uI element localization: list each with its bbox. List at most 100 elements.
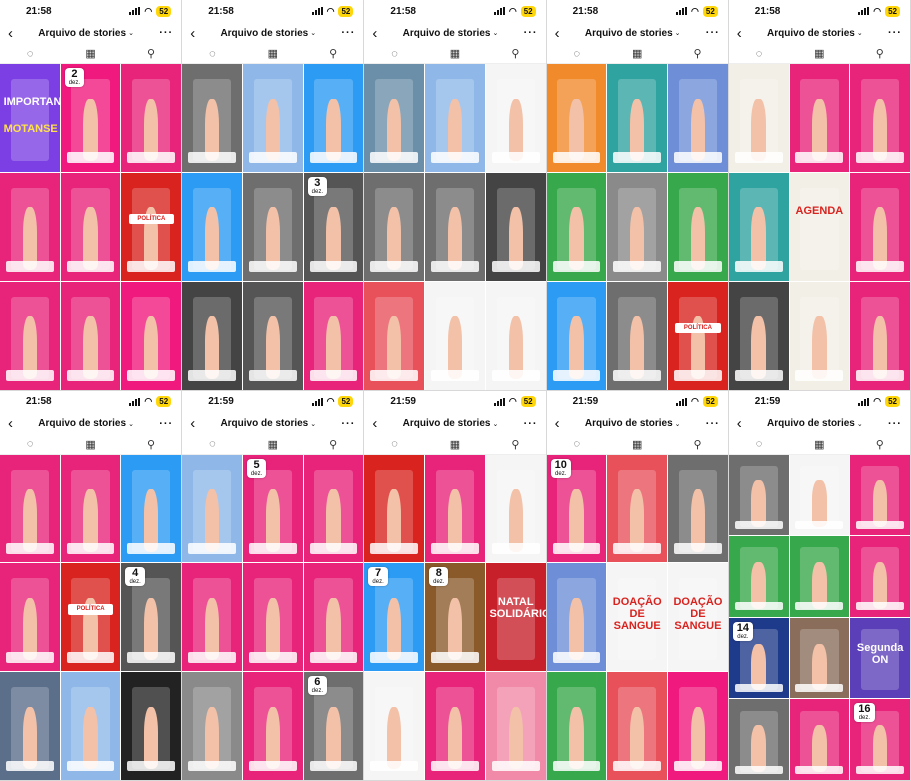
story-thumbnail[interactable]: Segunda ON (850, 617, 910, 699)
story-thumbnail[interactable]: 3 dez. (303, 172, 364, 281)
story-thumbnail[interactable] (546, 172, 607, 281)
story-thumbnail[interactable] (546, 563, 607, 672)
page-title[interactable]: Arquivo de stories ⌄ (767, 28, 863, 39)
story-thumbnail[interactable] (242, 281, 303, 390)
story-thumbnail[interactable] (850, 454, 910, 536)
story-thumbnail[interactable] (242, 672, 303, 780)
story-thumbnail[interactable] (728, 536, 789, 617)
story-thumbnail[interactable]: DOAÇÃO DE SANGUE (607, 563, 668, 672)
more-options-button[interactable]: ··· (706, 418, 720, 430)
tab-stories-icon[interactable]: ◌ (375, 438, 415, 450)
story-thumbnail[interactable] (485, 172, 546, 281)
story-thumbnail[interactable] (728, 454, 789, 536)
more-options-button[interactable]: ··· (888, 27, 902, 39)
back-button[interactable]: ‹ (8, 415, 13, 432)
page-title[interactable]: Arquivo de stories ⌄ (220, 28, 316, 39)
tab-stories-icon[interactable]: ◌ (10, 438, 50, 450)
story-thumbnail[interactable] (789, 617, 850, 699)
story-thumbnail[interactable] (0, 281, 60, 390)
story-thumbnail[interactable] (425, 172, 485, 281)
tab-map-icon[interactable]: ⚲ (131, 438, 171, 451)
tab-map-icon[interactable]: ⚲ (131, 47, 171, 60)
story-thumbnail[interactable] (789, 699, 850, 780)
story-thumbnail[interactable] (850, 281, 910, 390)
story-thumbnail[interactable] (789, 536, 850, 617)
page-title[interactable]: Arquivo de stories ⌄ (38, 28, 134, 39)
story-thumbnail[interactable] (0, 172, 60, 281)
story-thumbnail[interactable] (242, 64, 303, 172)
tab-stories-icon[interactable]: ◌ (739, 48, 779, 60)
story-thumbnail[interactable] (121, 454, 182, 563)
story-thumbnail[interactable] (607, 672, 668, 780)
story-thumbnail[interactable] (425, 64, 485, 172)
story-thumbnail[interactable] (121, 672, 182, 780)
more-options-button[interactable]: ··· (888, 418, 902, 430)
story-thumbnail[interactable] (789, 64, 850, 172)
story-thumbnail[interactable] (182, 563, 242, 672)
page-title[interactable]: Arquivo de stories ⌄ (767, 418, 863, 429)
story-thumbnail[interactable] (60, 454, 121, 563)
story-thumbnail[interactable] (607, 454, 668, 563)
story-thumbnail[interactable] (546, 64, 607, 172)
more-options-button[interactable]: ··· (524, 418, 538, 430)
story-thumbnail[interactable]: AGENDA (789, 172, 850, 281)
story-thumbnail[interactable] (546, 672, 607, 780)
more-options-button[interactable]: ··· (524, 27, 538, 39)
story-thumbnail[interactable] (303, 281, 364, 390)
story-thumbnail[interactable] (607, 172, 668, 281)
more-options-button[interactable]: ··· (341, 418, 355, 430)
story-thumbnail[interactable] (364, 672, 425, 780)
tab-map-icon[interactable]: ⚲ (860, 47, 900, 60)
more-options-button[interactable]: ··· (706, 27, 720, 39)
story-thumbnail[interactable] (728, 64, 789, 172)
story-thumbnail[interactable]: 7 dez. (364, 563, 425, 672)
story-thumbnail[interactable]: NATAL SOLIDÁRIO (485, 563, 546, 672)
back-button[interactable]: ‹ (555, 25, 560, 42)
page-title[interactable]: Arquivo de stories ⌄ (403, 28, 499, 39)
story-thumbnail[interactable] (546, 281, 607, 390)
tab-stories-icon[interactable]: ◌ (557, 48, 597, 60)
story-thumbnail[interactable] (303, 64, 364, 172)
story-thumbnail[interactable]: 6 dez. (303, 672, 364, 780)
tab-map-icon[interactable]: ⚲ (495, 438, 535, 451)
story-thumbnail[interactable] (303, 454, 364, 563)
page-title[interactable]: Arquivo de stories ⌄ (585, 418, 681, 429)
tab-map-icon[interactable]: ⚲ (860, 438, 900, 451)
story-thumbnail[interactable] (789, 454, 850, 536)
tab-calendar-icon[interactable]: ▦ (435, 47, 475, 60)
story-thumbnail[interactable]: POLÍTICA (668, 281, 728, 390)
story-thumbnail[interactable] (0, 454, 60, 563)
story-thumbnail[interactable]: 16 dez. (850, 699, 910, 780)
tab-stories-icon[interactable]: ◌ (375, 48, 415, 60)
story-thumbnail[interactable] (850, 64, 910, 172)
story-thumbnail[interactable] (728, 281, 789, 390)
tab-map-icon[interactable]: ⚲ (313, 47, 353, 60)
story-thumbnail[interactable]: 2 dez. (60, 64, 121, 172)
story-thumbnail[interactable] (0, 672, 60, 780)
tab-stories-icon[interactable]: ◌ (739, 438, 779, 450)
story-thumbnail[interactable] (850, 172, 910, 281)
story-thumbnail[interactable] (182, 172, 242, 281)
tab-calendar-icon[interactable]: ▦ (799, 47, 839, 60)
story-thumbnail[interactable]: 4 dez. (121, 563, 182, 672)
story-thumbnail[interactable]: IMPORTANTE MOTANSE (0, 64, 60, 172)
tab-stories-icon[interactable]: ◌ (192, 438, 232, 450)
story-thumbnail[interactable]: POLÍTICA (121, 172, 182, 281)
back-button[interactable]: ‹ (190, 25, 195, 42)
more-options-button[interactable]: ··· (159, 27, 173, 39)
story-thumbnail[interactable] (364, 281, 425, 390)
back-button[interactable]: ‹ (555, 415, 560, 432)
tab-calendar-icon[interactable]: ▦ (71, 47, 111, 60)
tab-calendar-icon[interactable]: ▦ (799, 438, 839, 451)
page-title[interactable]: Arquivo de stories ⌄ (38, 418, 134, 429)
page-title[interactable]: Arquivo de stories ⌄ (403, 418, 499, 429)
story-thumbnail[interactable] (668, 672, 728, 780)
back-button[interactable]: ‹ (372, 415, 377, 432)
story-thumbnail[interactable] (121, 281, 182, 390)
story-thumbnail[interactable] (485, 281, 546, 390)
story-thumbnail[interactable] (364, 172, 425, 281)
tab-stories-icon[interactable]: ◌ (192, 48, 232, 60)
story-thumbnail[interactable] (364, 64, 425, 172)
story-thumbnail[interactable]: 8 dez. (425, 563, 485, 672)
story-thumbnail[interactable] (182, 281, 242, 390)
